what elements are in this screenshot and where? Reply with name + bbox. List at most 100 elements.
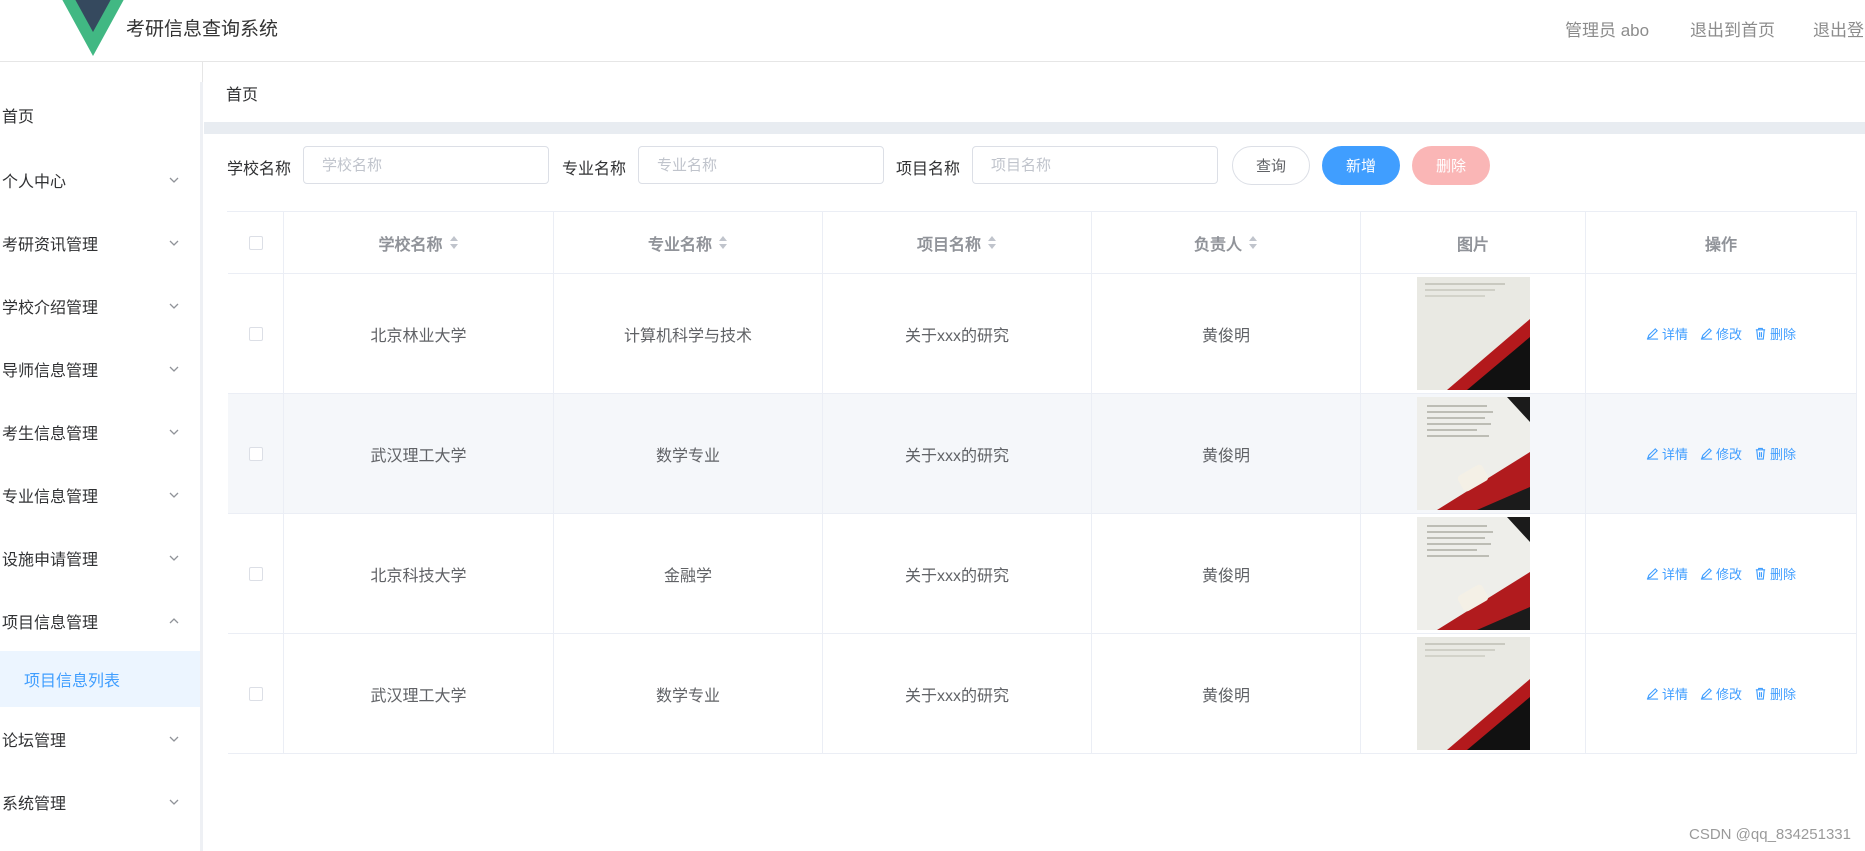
table-row[interactable]: 武汉理工大学 数学专业 关于xxx的研究 黄俊明 详情 修改 删除 — [228, 634, 1857, 754]
query-button[interactable]: 查询 — [1232, 146, 1310, 185]
chevron-down-icon — [169, 429, 179, 435]
project-search-input[interactable] — [972, 146, 1218, 184]
sort-icon[interactable] — [718, 235, 728, 251]
project-label: 项目名称 — [896, 161, 961, 178]
chevron-down-icon — [169, 736, 179, 742]
edit-label: 修改 — [1715, 327, 1742, 342]
logout-link[interactable]: 退出登录 — [1813, 16, 1865, 41]
detail-action[interactable]: 详情 — [1646, 564, 1688, 583]
edit-pen-icon — [1700, 568, 1713, 580]
select-all-checkbox[interactable] — [248, 235, 263, 250]
chevron-down-icon — [169, 177, 179, 183]
sort-icon[interactable] — [1248, 235, 1258, 251]
table-row[interactable]: 北京林业大学 计算机科学与技术 关于xxx的研究 黄俊明 详情 修改 删除 — [228, 274, 1857, 394]
column-header[interactable]: 项目名称 — [823, 212, 1092, 273]
sidebar-item-system[interactable]: 系统管理 — [0, 770, 202, 833]
document-thumbnail-icon[interactable] — [1416, 397, 1530, 510]
project-name: 关于xxx的研究 — [904, 447, 1009, 465]
edit-pen-icon — [1646, 448, 1659, 460]
column-header-label: 学校名称 — [378, 236, 443, 254]
table-row[interactable]: 武汉理工大学 数学专业 关于xxx的研究 黄俊明 详情 修改 删除 — [228, 394, 1857, 514]
detail-action[interactable]: 详情 — [1646, 684, 1688, 703]
edit-action[interactable]: 修改 — [1700, 324, 1742, 343]
sidebar-item-home[interactable]: 首页 — [0, 83, 202, 146]
leader-name: 黄俊明 — [1201, 447, 1250, 465]
sidebar-item-label: 考研资讯管理 — [2, 236, 99, 254]
sidebar-item-facility[interactable]: 设施申请管理 — [0, 526, 202, 589]
table-header-row: 学校名称 专业名称 项目名称 负责人 图片 操作 — [228, 212, 1857, 274]
leader-cell: 黄俊明 — [1092, 634, 1361, 753]
column-header[interactable]: 负责人 — [1092, 212, 1361, 273]
delete-action[interactable]: 删除 — [1754, 324, 1796, 343]
content-divider — [200, 82, 203, 851]
delete-action[interactable]: 删除 — [1754, 444, 1796, 463]
sidebar-item-label: 论坛管理 — [2, 732, 67, 750]
sidebar-item-tutor[interactable]: 导师信息管理 — [0, 337, 202, 400]
sidebar-item-label: 首页 — [2, 108, 35, 126]
delete-button[interactable]: 删除 — [1412, 146, 1490, 185]
major-cell: 金融学 — [554, 514, 823, 633]
detail-label: 详情 — [1661, 327, 1688, 342]
edit-pen-icon — [1646, 568, 1659, 580]
sidebar-item-forum[interactable]: 论坛管理 — [0, 707, 202, 770]
admin-label: 管理员 abo — [1565, 21, 1650, 40]
sidebar-item-label: 学校介绍管理 — [2, 299, 99, 317]
detail-action[interactable]: 详情 — [1646, 324, 1688, 343]
delete-action[interactable]: 删除 — [1754, 684, 1796, 703]
document-thumbnail-icon[interactable] — [1416, 637, 1530, 750]
actions-cell: 详情 修改 删除 — [1586, 634, 1857, 753]
watermark: CSDN @qq_834251331 — [1688, 826, 1851, 843]
breadcrumb[interactable]: 首页 — [226, 81, 258, 105]
sort-icon[interactable] — [449, 235, 459, 251]
detail-action[interactable]: 详情 — [1646, 444, 1688, 463]
document-thumbnail-icon[interactable] — [1416, 277, 1530, 390]
chevron-down-icon — [169, 303, 179, 309]
row-checkbox[interactable] — [248, 686, 263, 701]
add-button[interactable]: 新增 — [1322, 146, 1400, 185]
sidebar-item-project[interactable]: 项目信息管理 — [0, 589, 202, 652]
leader-name: 黄俊明 — [1201, 327, 1250, 345]
sidebar-item-school[interactable]: 学校介绍管理 — [0, 274, 202, 337]
sidebar-item-student[interactable]: 考生信息管理 — [0, 400, 202, 463]
edit-action[interactable]: 修改 — [1700, 564, 1742, 583]
row-checkbox[interactable] — [248, 446, 263, 461]
school-search-input[interactable] — [303, 146, 549, 184]
row-checkbox[interactable] — [248, 566, 263, 581]
column-header[interactable]: 专业名称 — [554, 212, 823, 273]
image-cell — [1361, 274, 1586, 393]
top-header: 考研信息查询系统 管理员 abo 退出到首页 退出登录 — [0, 0, 1865, 62]
detail-label: 详情 — [1661, 567, 1688, 582]
project-cell: 关于xxx的研究 — [823, 274, 1092, 393]
sidebar-item-personal-center[interactable]: 个人中心 — [0, 148, 202, 211]
sort-icon[interactable] — [987, 235, 997, 251]
edit-action[interactable]: 修改 — [1700, 684, 1742, 703]
table-row[interactable]: 北京科技大学 金融学 关于xxx的研究 黄俊明 详情 修改 删除 — [228, 514, 1857, 634]
school-cell: 北京林业大学 — [284, 274, 554, 393]
detail-label: 详情 — [1661, 687, 1688, 702]
sidebar: 首页 个人中心 考研资讯管理 学校介绍管理 导师信息管理 考生信息管理 专业信息… — [0, 62, 203, 851]
back-home-link[interactable]: 退出到首页 — [1690, 16, 1775, 41]
project-cell: 关于xxx的研究 — [823, 634, 1092, 753]
sidebar-item-major[interactable]: 专业信息管理 — [0, 463, 202, 526]
school-cell: 武汉理工大学 — [284, 394, 554, 513]
actions-cell: 详情 修改 删除 — [1586, 394, 1857, 513]
school-name: 北京林业大学 — [370, 327, 467, 345]
major-name: 数学专业 — [655, 447, 720, 465]
edit-action[interactable]: 修改 — [1700, 444, 1742, 463]
row-checkbox[interactable] — [248, 326, 263, 341]
sidebar-subitem-project-list[interactable]: 项目信息列表 — [0, 651, 202, 707]
column-header[interactable]: 学校名称 — [284, 212, 554, 273]
edit-pen-icon — [1646, 328, 1659, 340]
breadcrumb-bar: 首页 — [204, 62, 1865, 122]
document-thumbnail-icon[interactable] — [1416, 517, 1530, 630]
project-name: 关于xxx的研究 — [904, 687, 1009, 705]
trash-icon — [1755, 567, 1766, 580]
major-search-input[interactable] — [638, 146, 884, 184]
school-name: 北京科技大学 — [370, 567, 467, 585]
app-title: 考研信息查询系统 — [126, 19, 279, 40]
major-cell: 数学专业 — [554, 634, 823, 753]
edit-pen-icon — [1646, 688, 1659, 700]
delete-action[interactable]: 删除 — [1754, 564, 1796, 583]
sidebar-item-news[interactable]: 考研资讯管理 — [0, 211, 202, 274]
major-cell: 数学专业 — [554, 394, 823, 513]
